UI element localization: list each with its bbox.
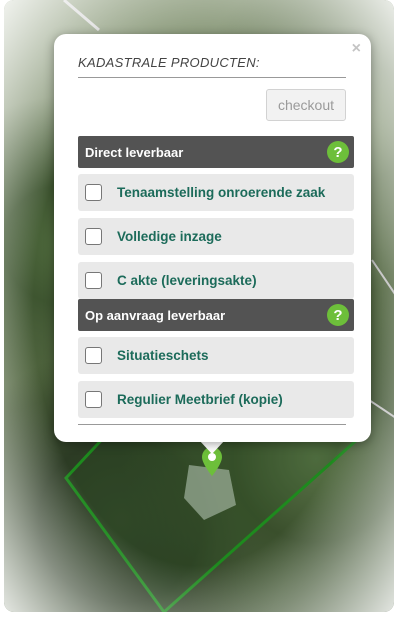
help-icon[interactable]: ? xyxy=(327,304,349,326)
product-label[interactable]: Situatieschets xyxy=(117,348,209,363)
product-label[interactable]: Volledige inzage xyxy=(117,229,222,244)
popup-title: KADASTRALE PRODUCTEN: xyxy=(78,55,260,70)
section-header-direct: Direct leverbaar ? xyxy=(78,136,354,168)
section-title: Op aanvraag leverbaar xyxy=(85,307,226,323)
product-item[interactable]: Volledige inzage xyxy=(78,218,354,255)
product-item[interactable]: Situatieschets xyxy=(78,337,354,374)
close-icon[interactable]: × xyxy=(352,40,361,58)
popup-pointer xyxy=(199,440,225,454)
product-label[interactable]: C akte (leveringsakte) xyxy=(117,273,257,288)
product-item[interactable]: Regulier Meetbrief (kopie) xyxy=(78,381,354,418)
checkbox[interactable] xyxy=(85,184,102,201)
products-popup: × KADASTRALE PRODUCTEN: checkout Direct … xyxy=(54,34,371,442)
product-item[interactable]: C akte (leveringsakte) xyxy=(78,262,354,299)
checkbox[interactable] xyxy=(85,228,102,245)
divider xyxy=(78,77,346,78)
section-header-on-request: Op aanvraag leverbaar ? xyxy=(78,299,354,331)
road-line xyxy=(371,259,394,295)
product-label[interactable]: Tenaamstelling onroerende zaak xyxy=(117,185,325,200)
checkbox[interactable] xyxy=(85,347,102,364)
section-title: Direct leverbaar xyxy=(85,144,184,160)
checkbox[interactable] xyxy=(85,391,102,408)
product-item[interactable]: Tenaamstelling onroerende zaak xyxy=(78,174,354,211)
checkbox[interactable] xyxy=(85,272,102,289)
road-line xyxy=(63,0,100,32)
help-icon[interactable]: ? xyxy=(327,141,349,163)
product-label[interactable]: Regulier Meetbrief (kopie) xyxy=(117,392,283,407)
divider xyxy=(78,424,346,425)
checkout-button[interactable]: checkout xyxy=(266,89,346,121)
